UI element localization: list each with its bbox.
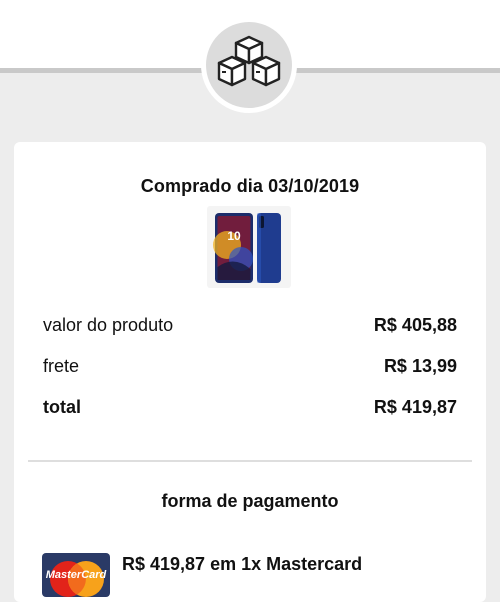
smartphone-icon: 10 xyxy=(213,213,281,283)
summary-label: total xyxy=(43,397,81,417)
summary-label: frete xyxy=(43,356,80,376)
payment-description: R$ 419,87 em 1x Mastercard xyxy=(122,554,363,574)
section-divider xyxy=(28,460,472,462)
payment-section-title: forma de pagamento xyxy=(161,491,339,511)
summary-row-shipping: frete R$ 13,99 xyxy=(43,356,457,377)
badge-inner-circle xyxy=(206,22,292,108)
summary-row-total: total R$ 419,87 xyxy=(43,397,457,418)
summary-label: valor do produto xyxy=(43,315,174,335)
summary-value: R$ 419,87 xyxy=(373,397,457,417)
mastercard-icon: MasterCard xyxy=(42,553,110,597)
order-card: Comprado dia 03/10/2019 10 valor do prod… xyxy=(14,142,486,602)
svg-text:10: 10 xyxy=(227,229,241,243)
summary-value: R$ 13,99 xyxy=(383,356,457,376)
summary-value: R$ 405,88 xyxy=(373,315,457,335)
order-badge xyxy=(201,17,297,113)
purchase-date-title: Comprado dia 03/10/2019 xyxy=(140,176,360,196)
boxes-icon xyxy=(217,35,281,87)
product-image[interactable]: 10 xyxy=(207,206,291,288)
summary-row-product-value: valor do produto R$ 405,88 xyxy=(43,315,457,336)
card-brand-text: MasterCard xyxy=(45,569,107,581)
